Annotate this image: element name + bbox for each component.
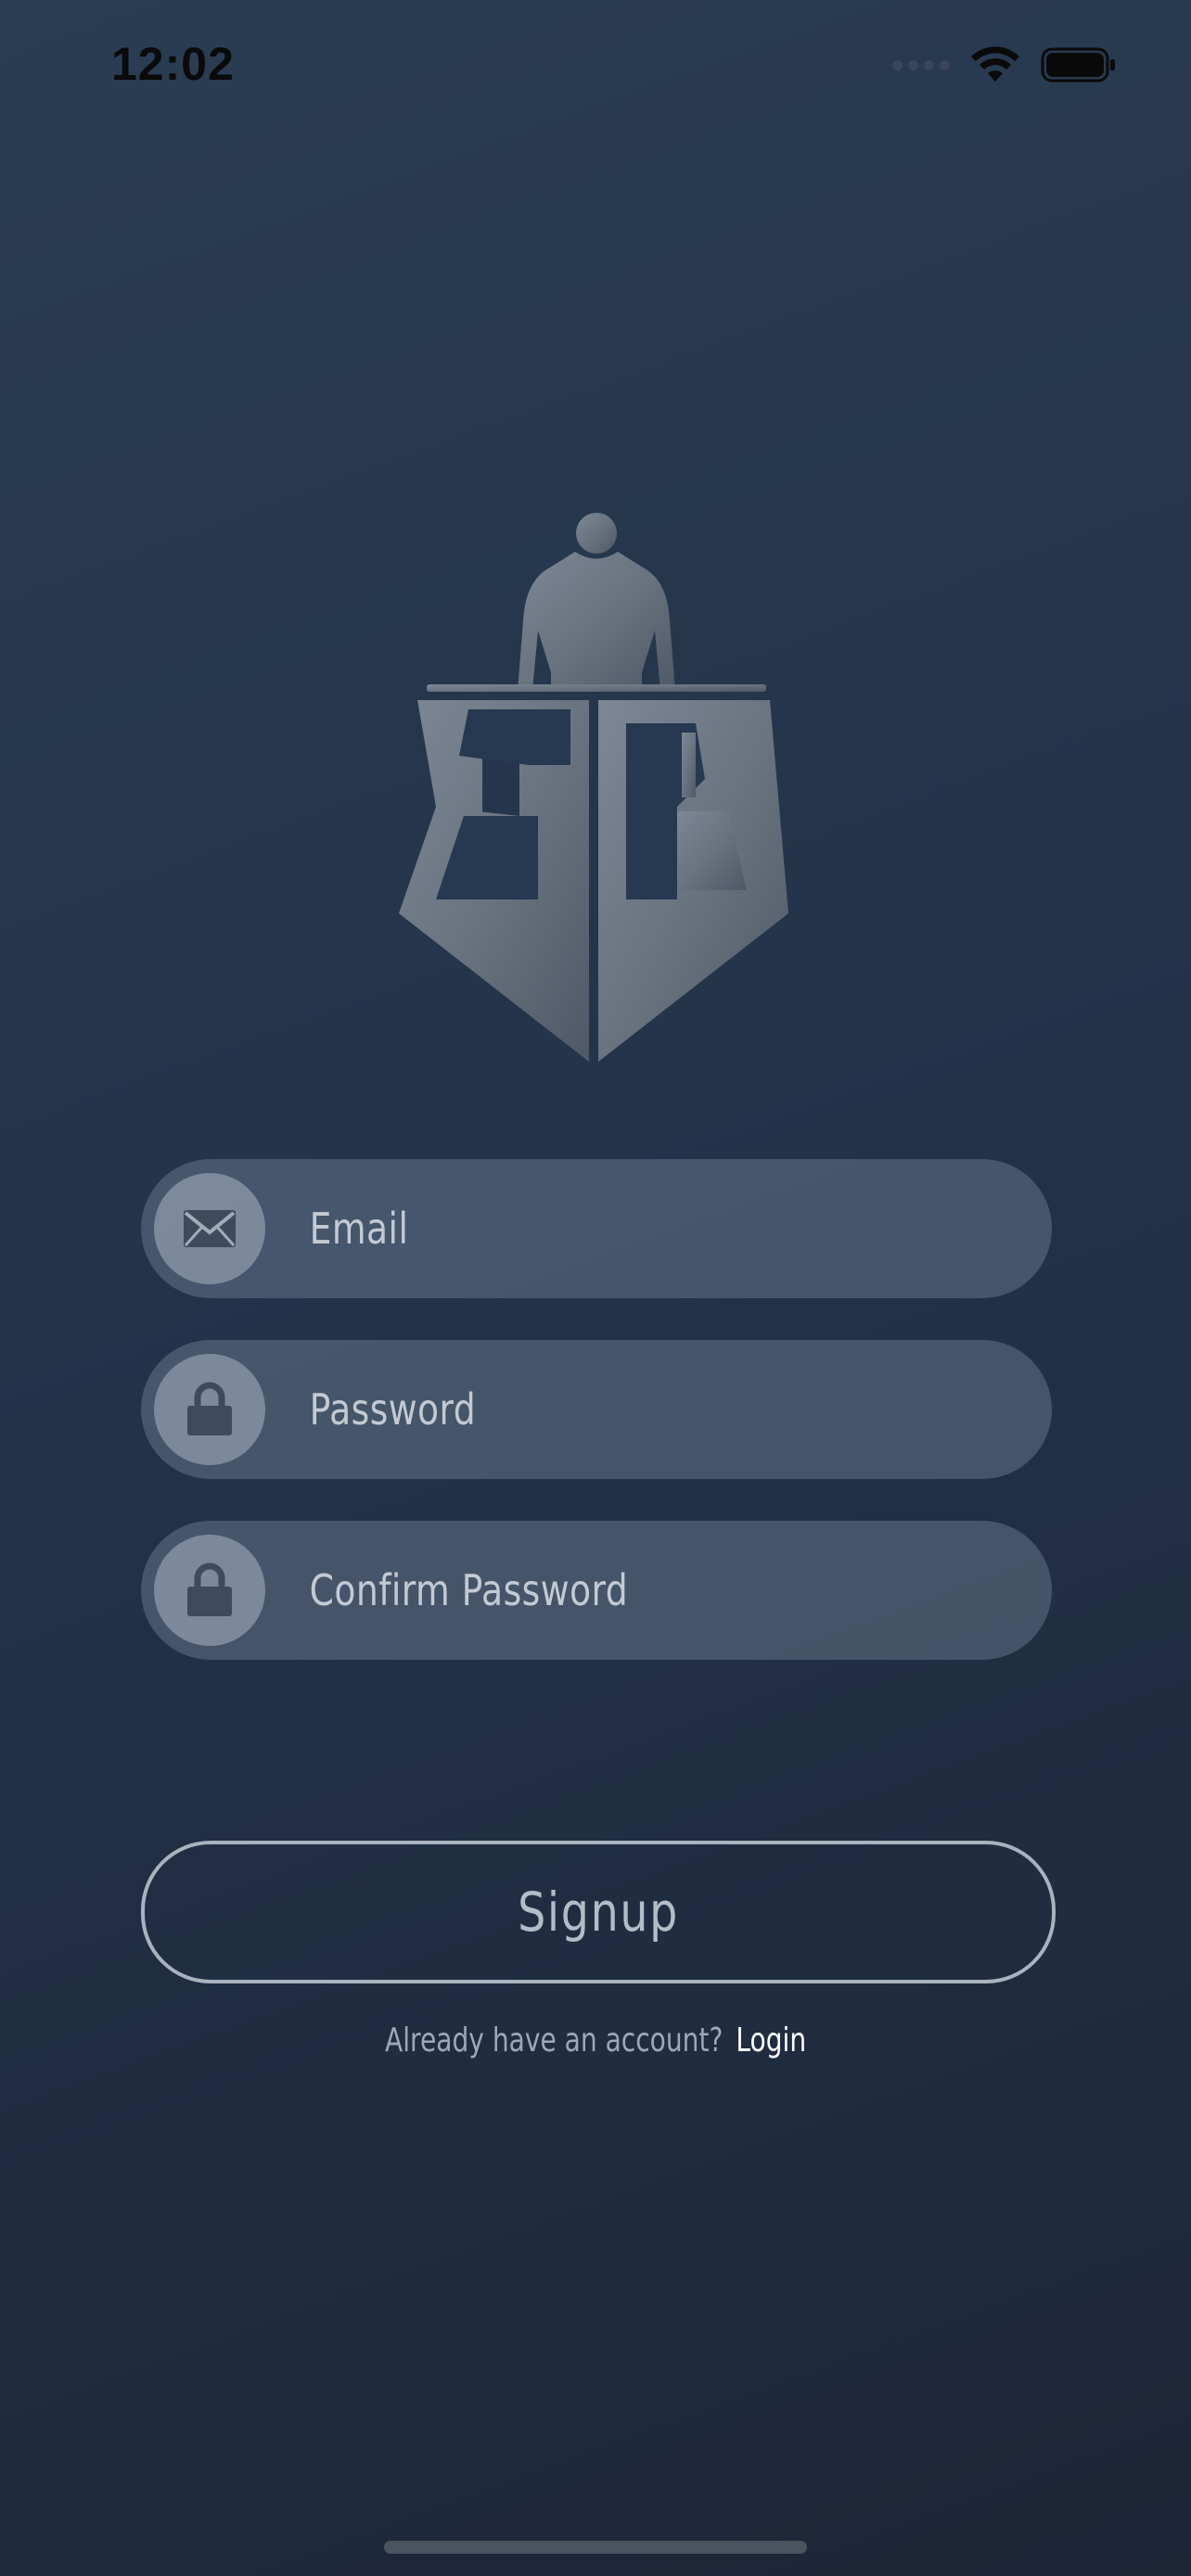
lock-icon — [154, 1535, 265, 1646]
confirm-password-field[interactable] — [141, 1521, 1052, 1660]
sb-logo — [399, 513, 788, 1062]
cellular-signal-icon — [892, 59, 950, 70]
signup-button[interactable]: Signup — [141, 1841, 1056, 1983]
login-prompt-row: Already have an account? Login — [0, 2021, 1191, 2060]
password-field[interactable] — [141, 1340, 1052, 1479]
sb-monogram-icon — [399, 700, 788, 1062]
email-field[interactable] — [141, 1159, 1052, 1298]
athlete-silhouette-icon — [518, 513, 675, 691]
email-input[interactable] — [308, 1203, 888, 1255]
lock-icon — [154, 1354, 265, 1465]
battery-icon — [1041, 47, 1115, 83]
status-time: 12:02 — [111, 38, 235, 90]
status-bar: 12:02 — [0, 0, 1191, 130]
status-icons — [892, 46, 1117, 83]
wifi-icon — [971, 46, 1019, 82]
password-input[interactable] — [308, 1384, 888, 1435]
signup-button-label: Signup — [518, 1881, 679, 1944]
home-indicator[interactable] — [384, 2541, 807, 2554]
envelope-icon — [154, 1173, 265, 1284]
confirm-password-input[interactable] — [308, 1564, 888, 1616]
login-prompt-text: Already have an account? — [384, 2021, 724, 2060]
login-link[interactable]: Login — [736, 2021, 806, 2060]
